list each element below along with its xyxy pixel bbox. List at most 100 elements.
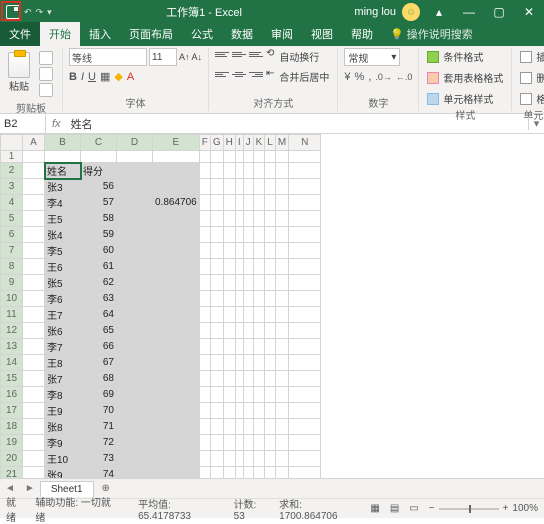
tab-help[interactable]: 帮助 bbox=[342, 22, 382, 46]
row-header-19[interactable]: 19 bbox=[1, 435, 23, 451]
cell-A9[interactable] bbox=[23, 275, 45, 291]
cell-B5[interactable]: 王5 bbox=[45, 211, 81, 227]
cell-N20[interactable] bbox=[289, 451, 321, 467]
undo-icon[interactable]: ↶ bbox=[24, 7, 32, 18]
cell-E1[interactable] bbox=[153, 151, 200, 163]
cell-N1[interactable] bbox=[289, 151, 321, 163]
cell-I16[interactable] bbox=[235, 387, 243, 403]
zoom-in-icon[interactable]: + bbox=[503, 503, 509, 514]
align-mid-icon[interactable] bbox=[232, 48, 246, 60]
cell-B17[interactable]: 王9 bbox=[45, 403, 81, 419]
cell-H2[interactable] bbox=[223, 163, 235, 179]
cell-B10[interactable]: 李6 bbox=[45, 291, 81, 307]
add-sheet-button[interactable]: ⊕ bbox=[94, 483, 118, 494]
cell-L4[interactable] bbox=[265, 195, 276, 211]
cell-J19[interactable] bbox=[243, 435, 253, 451]
cell-C6[interactable]: 59 bbox=[81, 227, 117, 243]
cell-C19[interactable]: 72 bbox=[81, 435, 117, 451]
insert-cells-button[interactable]: 插入 bbox=[518, 48, 544, 65]
cell-K6[interactable] bbox=[253, 227, 265, 243]
cell-L7[interactable] bbox=[265, 243, 276, 259]
format-cells-button[interactable]: 格式 bbox=[518, 90, 544, 107]
cell-N13[interactable] bbox=[289, 339, 321, 355]
number-format-select[interactable]: 常规▾ bbox=[344, 48, 400, 66]
avatar[interactable]: ☺ bbox=[402, 3, 420, 21]
cell-J4[interactable] bbox=[243, 195, 253, 211]
view-break-icon[interactable]: ▭ bbox=[409, 503, 418, 514]
cell-H5[interactable] bbox=[223, 211, 235, 227]
cell-B13[interactable]: 李7 bbox=[45, 339, 81, 355]
cut-icon[interactable] bbox=[39, 51, 53, 65]
cell-N21[interactable] bbox=[289, 467, 321, 479]
cell-N4[interactable] bbox=[289, 195, 321, 211]
comma-icon[interactable]: , bbox=[368, 71, 371, 83]
cell-J6[interactable] bbox=[243, 227, 253, 243]
cell-G14[interactable] bbox=[210, 355, 223, 371]
align-bot-icon[interactable] bbox=[249, 48, 263, 60]
cell-I17[interactable] bbox=[235, 403, 243, 419]
cell-E20[interactable] bbox=[153, 451, 200, 467]
cell-F5[interactable] bbox=[199, 211, 210, 227]
row-header-14[interactable]: 14 bbox=[1, 355, 23, 371]
cell-J11[interactable] bbox=[243, 307, 253, 323]
cell-K1[interactable] bbox=[253, 151, 265, 163]
cell-I9[interactable] bbox=[235, 275, 243, 291]
cell-D18[interactable] bbox=[117, 419, 153, 435]
cell-I11[interactable] bbox=[235, 307, 243, 323]
cell-I4[interactable] bbox=[235, 195, 243, 211]
cell-J13[interactable] bbox=[243, 339, 253, 355]
align-right-icon[interactable] bbox=[249, 68, 263, 80]
cell-M18[interactable] bbox=[275, 419, 288, 435]
cell-M5[interactable] bbox=[275, 211, 288, 227]
cell-H15[interactable] bbox=[223, 371, 235, 387]
cell-M20[interactable] bbox=[275, 451, 288, 467]
view-normal-icon[interactable]: ▦ bbox=[370, 503, 379, 514]
cell-F6[interactable] bbox=[199, 227, 210, 243]
wrap-button[interactable]: 自动换行 bbox=[277, 48, 321, 65]
cell-C17[interactable]: 70 bbox=[81, 403, 117, 419]
cell-J1[interactable] bbox=[243, 151, 253, 163]
cell-G20[interactable] bbox=[210, 451, 223, 467]
cell-F14[interactable] bbox=[199, 355, 210, 371]
cell-D14[interactable] bbox=[117, 355, 153, 371]
cell-N8[interactable] bbox=[289, 259, 321, 275]
cell-H21[interactable] bbox=[223, 467, 235, 479]
cell-E11[interactable] bbox=[153, 307, 200, 323]
cell-B19[interactable]: 李9 bbox=[45, 435, 81, 451]
cell-F21[interactable] bbox=[199, 467, 210, 479]
cell-N19[interactable] bbox=[289, 435, 321, 451]
tab-home[interactable]: 开始 bbox=[40, 22, 80, 46]
cell-G4[interactable] bbox=[210, 195, 223, 211]
cell-B16[interactable]: 李8 bbox=[45, 387, 81, 403]
cell-L3[interactable] bbox=[265, 179, 276, 195]
cell-K17[interactable] bbox=[253, 403, 265, 419]
cell-M19[interactable] bbox=[275, 435, 288, 451]
cell-M8[interactable] bbox=[275, 259, 288, 275]
cell-F9[interactable] bbox=[199, 275, 210, 291]
spreadsheet-grid[interactable]: ABCDEFGHIJKLMN12姓名得分3张3564李4570.8647065王… bbox=[0, 134, 321, 478]
cell-A6[interactable] bbox=[23, 227, 45, 243]
cell-M13[interactable] bbox=[275, 339, 288, 355]
cell-N3[interactable] bbox=[289, 179, 321, 195]
underline-button[interactable]: U bbox=[88, 71, 96, 83]
increase-font-icon[interactable]: A↑ bbox=[179, 52, 190, 62]
align-left-icon[interactable] bbox=[215, 68, 229, 80]
cell-E12[interactable] bbox=[153, 323, 200, 339]
cell-N9[interactable] bbox=[289, 275, 321, 291]
decrease-font-icon[interactable]: A↓ bbox=[192, 52, 203, 62]
cell-F8[interactable] bbox=[199, 259, 210, 275]
fill-color-icon[interactable]: ◆ bbox=[114, 70, 122, 83]
cell-C14[interactable]: 67 bbox=[81, 355, 117, 371]
zoom-out-icon[interactable]: − bbox=[429, 503, 435, 514]
cell-K8[interactable] bbox=[253, 259, 265, 275]
dec-decimal-icon[interactable]: ←.0 bbox=[396, 72, 413, 82]
cell-M16[interactable] bbox=[275, 387, 288, 403]
zoom-slider[interactable] bbox=[439, 508, 499, 510]
cell-L2[interactable] bbox=[265, 163, 276, 179]
cell-L5[interactable] bbox=[265, 211, 276, 227]
cell-D3[interactable] bbox=[117, 179, 153, 195]
cell-M9[interactable] bbox=[275, 275, 288, 291]
cell-G10[interactable] bbox=[210, 291, 223, 307]
cell-F13[interactable] bbox=[199, 339, 210, 355]
cell-H1[interactable] bbox=[223, 151, 235, 163]
